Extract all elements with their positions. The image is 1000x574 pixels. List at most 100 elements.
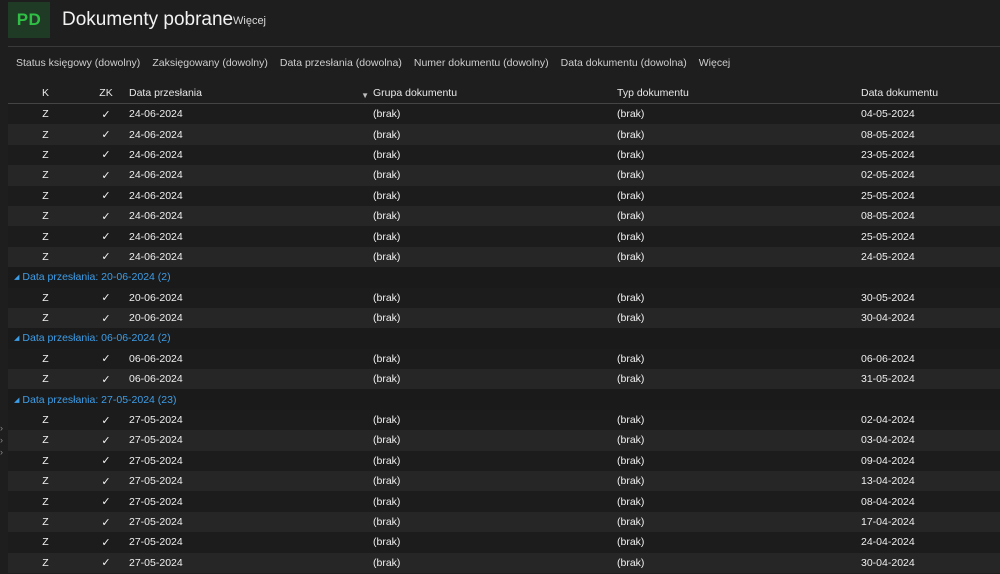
table-row[interactable]: Z ✓ 27-05-2024 (brak) (brak) 13-04-2024 [8, 471, 1000, 492]
cell-grupa: (brak) [373, 108, 401, 121]
checkmark-icon: ✓ [101, 210, 111, 223]
cell-data-dokumentu: 03-04-2024 [861, 434, 915, 447]
table-row[interactable]: Z ✓ 27-05-2024 (brak) (brak) 02-04-2024 [8, 409, 1000, 431]
cell-k: Z [42, 230, 49, 243]
table-row[interactable]: Z ✓ 24-06-2024 (brak) (brak) 23-05-2024 [8, 144, 1000, 166]
cell-grupa: (brak) [373, 210, 401, 223]
cell-grupa: (brak) [373, 556, 401, 569]
checkmark-icon: ✓ [101, 251, 111, 264]
app-window: PD Dokumenty pobrane Więcej Status księg… [0, 0, 1000, 574]
checkmark-icon: ✓ [101, 108, 111, 121]
table-row[interactable]: Z ✓ 24-06-2024 (brak) (brak) 08-05-2024 [8, 205, 1000, 227]
table-row[interactable]: Z ✓ 24-06-2024 (brak) (brak) 25-05-2024 [8, 226, 1000, 247]
page-title: Dokumenty pobrane [62, 9, 234, 30]
grid-header: K ZK Data przesłania ▼ Grupa dokumentu T… [8, 83, 1000, 104]
table-row[interactable]: Z ✓ 27-05-2024 (brak) (brak) 08-04-2024 [8, 491, 1000, 512]
table-row[interactable]: Z ✓ 20-06-2024 (brak) (brak) 30-04-2024 [8, 307, 1000, 329]
cell-data-dokumentu: 30-05-2024 [861, 291, 915, 304]
table-row[interactable]: Z ✓ 27-05-2024 (brak) (brak) 03-04-2024 [8, 430, 1000, 451]
table-row[interactable]: Z ✓ 24-06-2024 (brak) (brak) 04-05-2024 [8, 104, 1000, 125]
cell-k: Z [42, 108, 49, 121]
cell-data-dokumentu: 08-05-2024 [861, 128, 915, 141]
filter-dropdown[interactable]: Status księgowy (dowolny) [10, 57, 146, 73]
cell-typ: (brak) [617, 210, 645, 223]
table-row[interactable]: Z ✓ 06-06-2024 (brak) (brak) 06-06-2024 [8, 348, 1000, 370]
cell-typ: (brak) [617, 230, 645, 243]
cell-data-przeslania: 20-06-2024 [129, 291, 183, 304]
cell-data-dokumentu: 02-04-2024 [861, 414, 915, 427]
cell-k: Z [42, 373, 49, 386]
checkmark-icon: ✓ [101, 475, 111, 488]
filter-dropdown[interactable]: Zaksięgowany (dowolny) [146, 57, 274, 73]
group-header[interactable]: ◢ Data przesłania: 06-06-2024 (2) [8, 328, 1000, 349]
cell-data-dokumentu: 04-05-2024 [861, 108, 915, 121]
table-row[interactable]: Z ✓ 24-06-2024 (brak) (brak) 02-05-2024 [8, 165, 1000, 186]
cell-grupa: (brak) [373, 495, 401, 508]
filter-dropdown[interactable]: Data dokumentu (dowolna) [555, 57, 693, 73]
cell-data-przeslania: 24-06-2024 [129, 148, 183, 161]
table-row[interactable]: Z ✓ 27-05-2024 (brak) (brak) 30-04-2024 [8, 552, 1000, 573]
table-row[interactable]: Z ✓ 24-06-2024 (brak) (brak) 24-05-2024 [8, 246, 1000, 268]
checkmark-icon: ✓ [101, 496, 111, 509]
cell-k: Z [42, 189, 49, 202]
cell-data-przeslania: 24-06-2024 [129, 128, 183, 141]
checkmark-icon: ✓ [101, 414, 111, 427]
cell-typ: (brak) [617, 516, 645, 528]
cell-typ: (brak) [617, 128, 645, 141]
table-row[interactable]: Z ✓ 24-06-2024 (brak) (brak) 08-05-2024 [8, 124, 1000, 145]
cell-data-przeslania: 27-05-2024 [129, 536, 183, 549]
table-row[interactable]: Z ✓ 06-06-2024 (brak) (brak) 31-05-2024 [8, 369, 1000, 390]
cell-grupa: (brak) [373, 169, 401, 182]
cell-grupa: (brak) [373, 414, 401, 427]
checkmark-icon: ✓ [101, 373, 111, 386]
group-header[interactable]: ◢ Data przesłania: 27-05-2024 (23) [8, 389, 1000, 410]
documents-grid: K ZK Data przesłania ▼ Grupa dokumentu T… [8, 83, 1000, 573]
cell-data-dokumentu: 08-05-2024 [861, 210, 915, 223]
cell-grupa: (brak) [373, 312, 401, 325]
filter-dropdown[interactable]: Data przesłania (dowolna) [274, 57, 408, 73]
cell-data-dokumentu: 24-05-2024 [861, 250, 915, 263]
group-header[interactable]: ◢ Data przesłania: 20-06-2024 (2) [8, 267, 1000, 288]
cell-k: Z [42, 495, 49, 508]
cell-grupa: (brak) [373, 352, 401, 365]
page-header: PD Dokumenty pobrane Więcej [0, 0, 1000, 44]
cell-typ: (brak) [617, 108, 645, 121]
filter-bar: Status księgowy (dowolny) Zaksięgowany (d… [10, 57, 736, 73]
checkmark-icon: ✓ [101, 536, 111, 549]
header-divider [8, 46, 1000, 47]
cell-typ: (brak) [617, 312, 645, 325]
table-row[interactable]: Z ✓ 24-06-2024 (brak) (brak) 25-05-2024 [8, 185, 1000, 206]
table-row[interactable]: Z ✓ 20-06-2024 (brak) (brak) 30-05-2024 [8, 287, 1000, 308]
side-panel-expander[interactable]: › › › [0, 422, 6, 458]
grid-body: Z ✓ 24-06-2024 (brak) (brak) 04-05-2024 Z ✓ 24-0… [8, 104, 1000, 573]
group-header-label: Data przesłania: 27-05-2024 (23) [22, 393, 177, 406]
checkmark-icon: ✓ [101, 434, 111, 447]
cell-k: Z [42, 128, 49, 141]
cell-k: Z [42, 516, 49, 528]
app-logo: PD [8, 2, 50, 38]
checkmark-icon: ✓ [101, 312, 111, 325]
cell-grupa: (brak) [373, 148, 401, 161]
column-header-data-dokumentu[interactable]: Data dokumentu [861, 87, 1000, 99]
checkmark-icon: ✓ [101, 557, 111, 570]
cell-typ: (brak) [617, 291, 645, 304]
filter-dropdown[interactable]: Numer dokumentu (dowolny) [408, 57, 555, 73]
header-more-button[interactable]: Więcej [233, 15, 266, 27]
column-header-k[interactable]: K [8, 87, 83, 99]
column-header-grupa[interactable]: Grupa dokumentu [373, 87, 617, 99]
column-header-data-przeslania[interactable]: Data przesłania ▼ [129, 87, 373, 100]
cell-k: Z [42, 148, 49, 161]
table-row[interactable]: Z ✓ 27-05-2024 (brak) (brak) 24-04-2024 [8, 532, 1000, 553]
column-header-typ[interactable]: Typ dokumentu [617, 87, 861, 99]
cell-data-dokumentu: 25-05-2024 [861, 189, 915, 202]
table-row[interactable]: Z ✓ 27-05-2024 (brak) (brak) 17-04-2024 [8, 511, 1000, 533]
group-header-label: Data przesłania: 20-06-2024 (2) [22, 271, 171, 284]
column-header-zk[interactable]: ZK [83, 87, 129, 99]
checkmark-icon: ✓ [101, 149, 111, 162]
checkmark-icon: ✓ [101, 129, 111, 142]
cell-data-przeslania: 27-05-2024 [129, 495, 183, 508]
filter-more-button[interactable]: Więcej [693, 57, 737, 73]
cell-grupa: (brak) [373, 291, 401, 304]
table-row[interactable]: Z ✓ 27-05-2024 (brak) (brak) 09-04-2024 [8, 450, 1000, 472]
cell-grupa: (brak) [373, 373, 401, 386]
